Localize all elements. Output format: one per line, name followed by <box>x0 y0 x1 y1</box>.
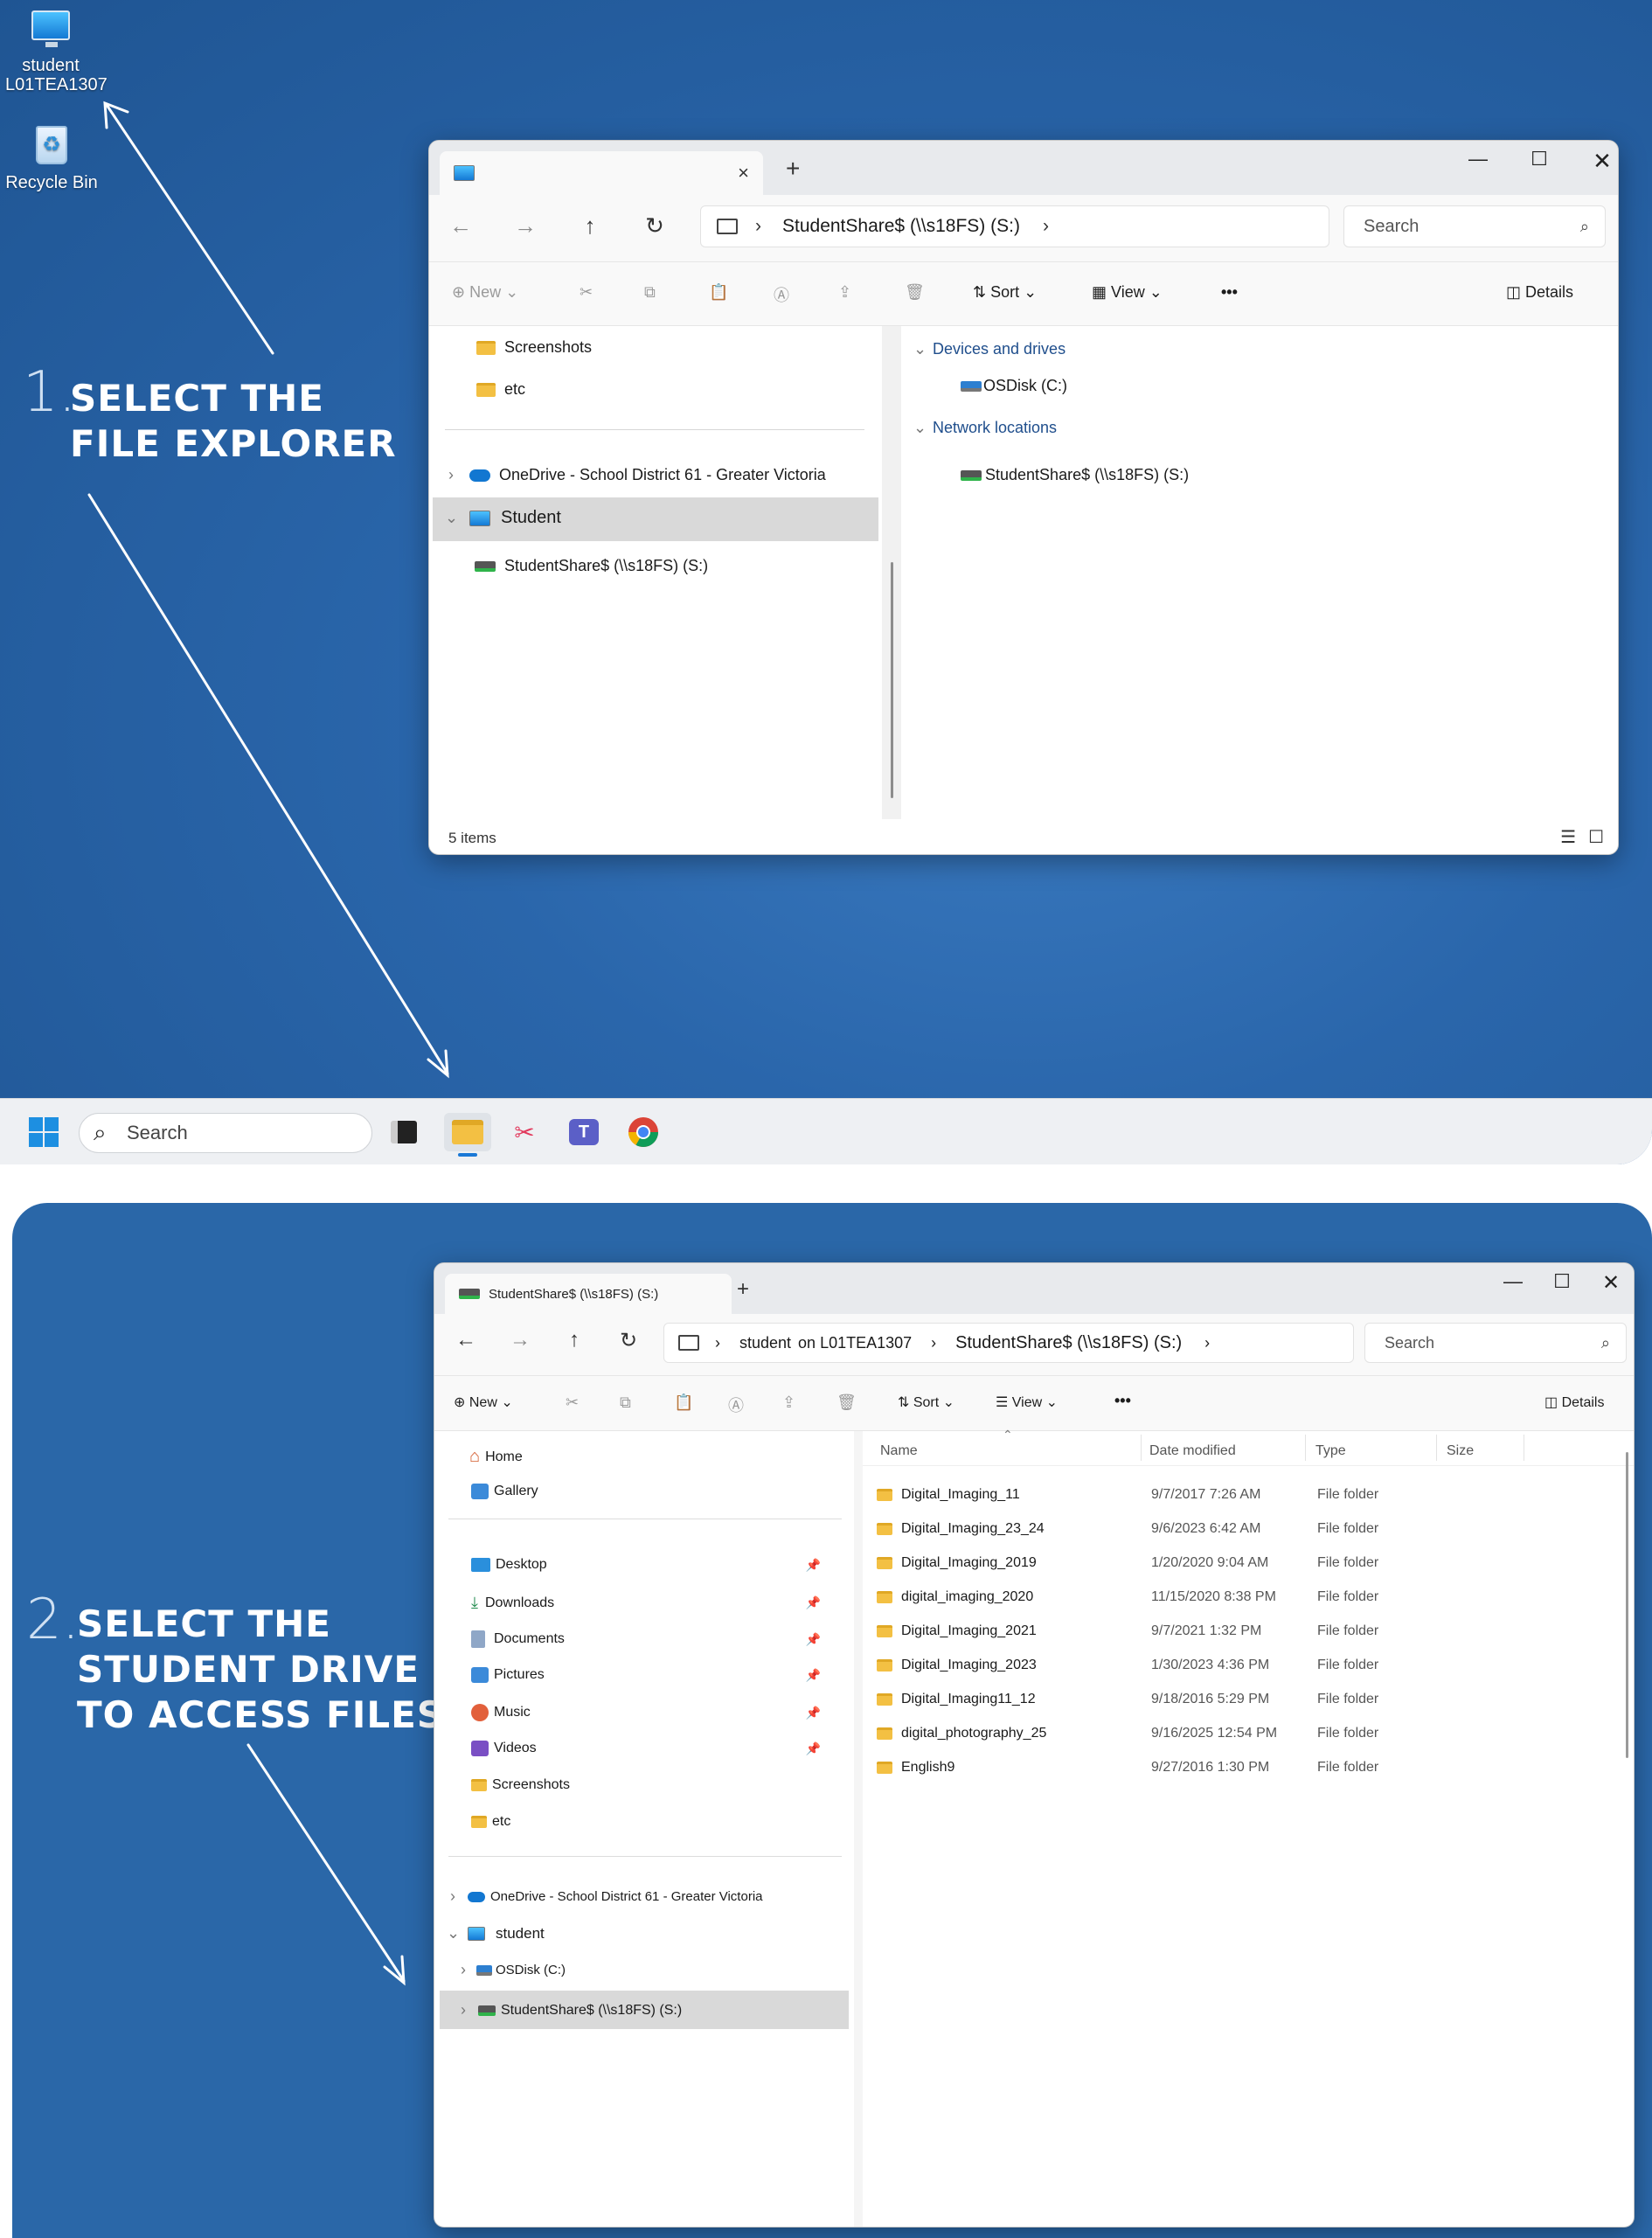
instruction-arrows <box>87 101 449 1986</box>
arrow-to-pc-icon <box>105 103 274 355</box>
arrow-to-student-drive <box>246 1743 406 1983</box>
arrow-to-file-explorer <box>87 493 449 1075</box>
arrow-head <box>427 1049 449 1079</box>
arrow-head <box>383 1955 406 1986</box>
